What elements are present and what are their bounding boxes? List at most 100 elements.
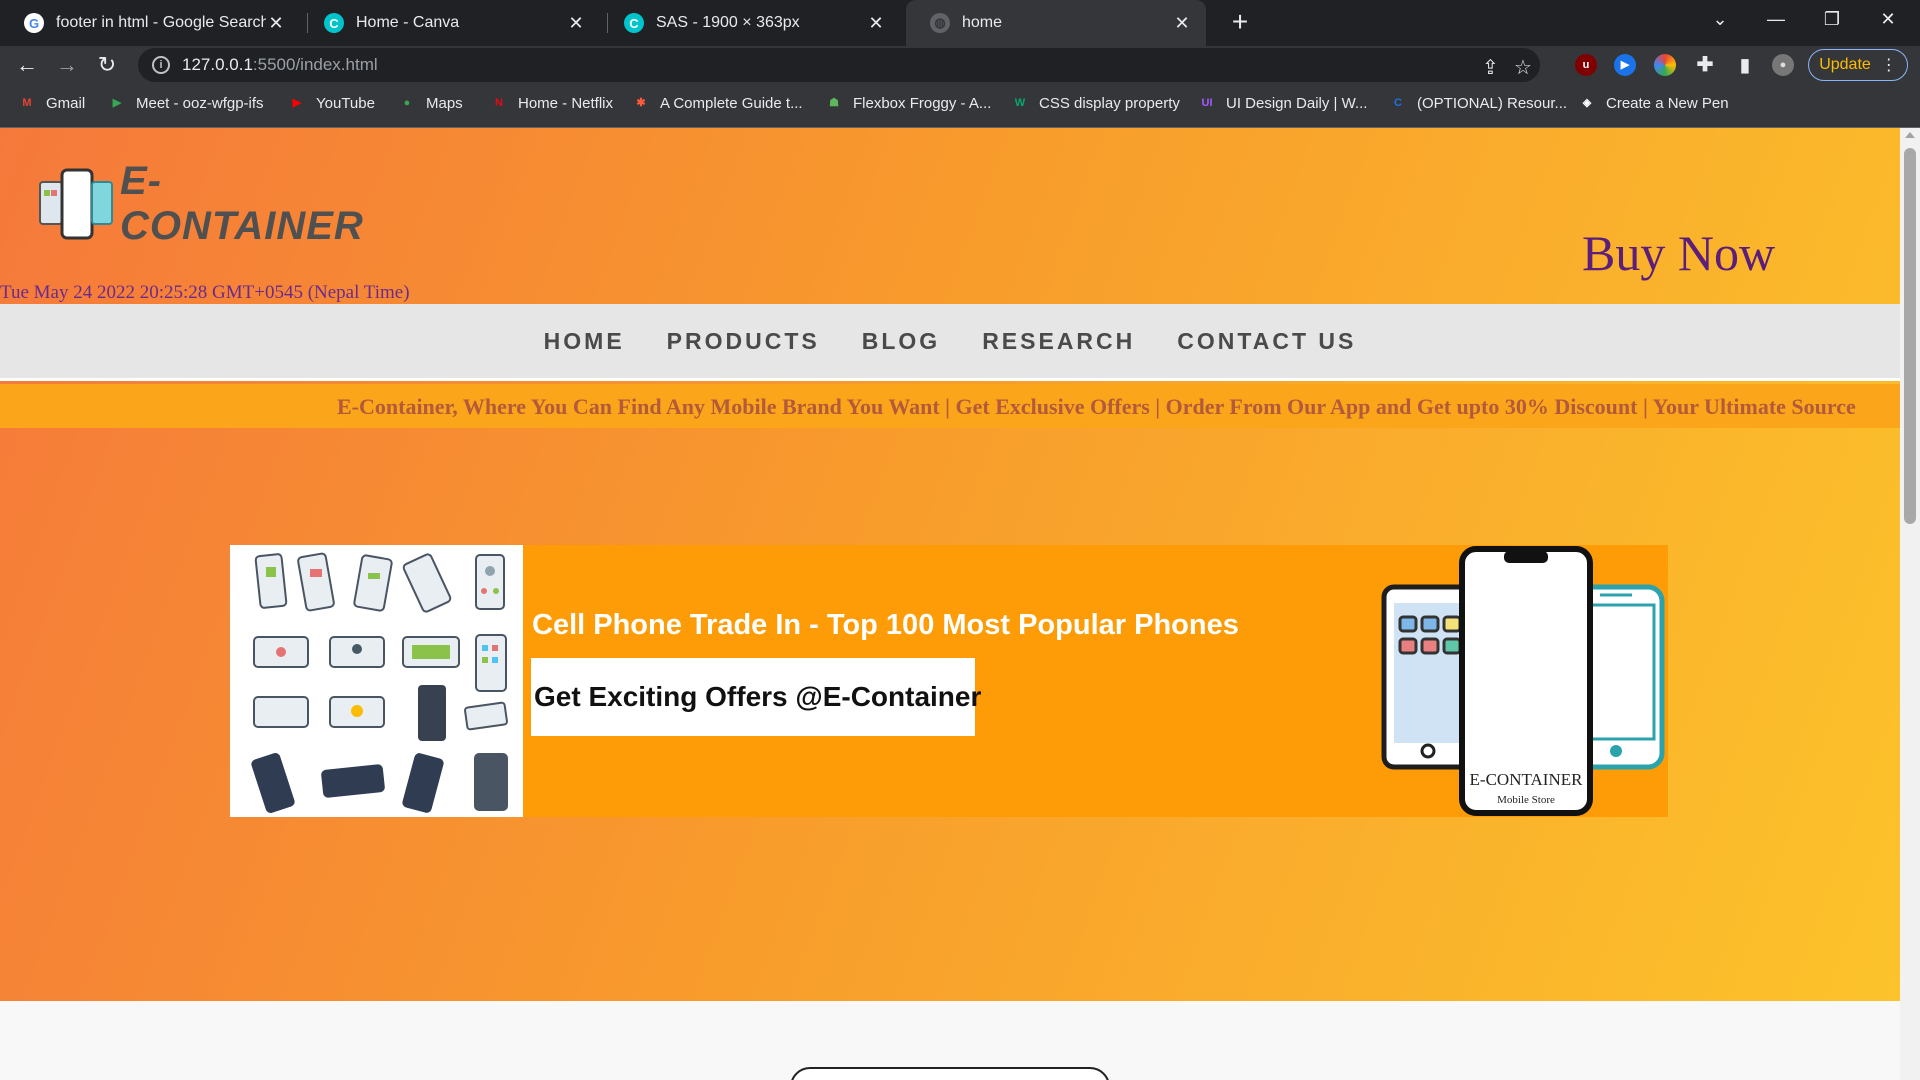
bookmark-label: (OPTIONAL) Resour... xyxy=(1417,94,1568,112)
bookmark-item[interactable]: ◈ Create a New Pen xyxy=(1578,94,1729,112)
bookmark-label: A Complete Guide t... xyxy=(660,94,803,112)
logo-text: E-CONTAINER xyxy=(120,159,364,248)
banner-offer-box: Get Exciting Offers @E-Container xyxy=(531,658,981,736)
tab-title: footer in html - Google Search xyxy=(56,14,266,31)
bookmark-item[interactable]: ✱ A Complete Guide t... xyxy=(632,94,803,112)
google-icon: G xyxy=(24,13,44,33)
globe-icon: ◍ xyxy=(930,13,950,33)
tab-title: home xyxy=(962,14,1003,31)
close-icon[interactable]: ✕ xyxy=(866,13,886,34)
section-pill[interactable] xyxy=(790,1067,1110,1080)
extension-blue-icon[interactable]: ▶ xyxy=(1614,54,1636,76)
tab-canva-home[interactable]: C Home - Canva ✕ xyxy=(300,0,600,46)
site-logo[interactable]: E-CONTAINER xyxy=(38,159,363,248)
nav-contact-us[interactable]: CONTACT US xyxy=(1177,328,1356,355)
minimize-button[interactable]: — xyxy=(1748,0,1804,40)
reload-button[interactable]: ↻ xyxy=(90,48,124,82)
c-icon: C xyxy=(1394,97,1402,109)
asterisk-icon: ✱ xyxy=(636,97,646,109)
bookmark-label: Create a New Pen xyxy=(1606,94,1729,112)
nav-home[interactable]: HOME xyxy=(544,328,625,355)
tab-home[interactable]: ◍ home ✕ xyxy=(906,0,1206,46)
bookmark-item[interactable]: UI UI Design Daily | W... xyxy=(1198,94,1368,112)
announcement-marquee: E-Container, Where You Can Find Any Mobi… xyxy=(0,384,1900,428)
canva-icon: C xyxy=(324,13,344,33)
phones-illustration xyxy=(230,545,523,817)
close-icon[interactable]: ✕ xyxy=(1172,13,1192,34)
uidesign-icon: UI xyxy=(1201,97,1213,109)
extensions-puzzle-icon[interactable]: ✚ xyxy=(1694,54,1716,76)
tab-title: SAS - 1900 × 363px xyxy=(656,14,800,31)
tab-strip: G footer in html - Google Search ✕ C Hom… xyxy=(0,0,1920,46)
url-path: :5500/index.html xyxy=(252,55,378,74)
bookmark-item[interactable]: N Home - Netflix xyxy=(490,94,613,112)
scroll-up-arrow-icon[interactable] xyxy=(1905,132,1915,138)
avatar[interactable]: ● xyxy=(1772,54,1794,76)
bookmark-item[interactable]: C (OPTIONAL) Resour... xyxy=(1389,94,1567,112)
ublock-icon[interactable]: u xyxy=(1575,54,1597,76)
address-bar[interactable]: i 127.0.0.1:5500/index.html ⇪ ☆ xyxy=(138,48,1540,82)
current-datetime: Tue May 24 2022 20:25:28 GMT+0545 (Nepal… xyxy=(0,282,410,303)
nav-research[interactable]: RESEARCH xyxy=(982,328,1135,355)
bookmark-item[interactable]: ☗ Flexbox Froggy - A... xyxy=(825,94,991,112)
side-panel-icon[interactable]: ▮ xyxy=(1734,54,1756,76)
phone-logo-icon xyxy=(39,168,113,240)
page-viewport: E-CONTAINER Buy Now Tue May 24 2022 20:2… xyxy=(0,128,1900,1080)
scroll-thumb[interactable] xyxy=(1904,148,1916,524)
bookmark-item[interactable]: ▶ YouTube xyxy=(288,94,375,112)
nav-products[interactable]: PRODUCTS xyxy=(667,328,820,355)
close-window-button[interactable]: ✕ xyxy=(1860,0,1916,40)
back-button[interactable]: ← xyxy=(10,48,44,82)
kebab-menu-icon[interactable]: ⋮ xyxy=(1881,55,1897,75)
buy-now-link[interactable]: Buy Now xyxy=(1582,224,1775,282)
main-nav: HOME PRODUCTS BLOG RESEARCH CONTACT US xyxy=(0,304,1900,381)
banner-brand-sub: Mobile Store xyxy=(1497,794,1555,806)
hero-section: E-CONTAINER Buy Now Tue May 24 2022 20:2… xyxy=(0,128,1900,1001)
phones-brand-illustration: E-CONTAINER Mobile Store xyxy=(1381,546,1665,816)
tab-google-search[interactable]: G footer in html - Google Search ✕ xyxy=(0,0,300,46)
banner-brand: E-CONTAINER xyxy=(1470,770,1584,789)
maps-icon: ● xyxy=(403,97,411,109)
bookmark-item[interactable]: ● Maps xyxy=(398,94,463,112)
bookmark-item[interactable]: ▶ Meet - ooz-wfgp-ifs xyxy=(108,94,264,112)
close-icon[interactable]: ✕ xyxy=(566,13,586,34)
frog-icon: ☗ xyxy=(829,97,839,109)
bookmark-label: Gmail xyxy=(46,94,86,112)
bookmark-label: YouTube xyxy=(316,94,375,112)
page-scrollbar[interactable] xyxy=(1900,128,1920,1080)
banner-offer-text: Get Exciting Offers @E-Container xyxy=(534,681,982,712)
forward-button[interactable]: → xyxy=(50,48,84,82)
browser-toolbar: ← → ↻ i 127.0.0.1:5500/index.html ⇪ ☆ u … xyxy=(0,46,1920,84)
next-section xyxy=(0,1001,1900,1080)
tab-canva-sas[interactable]: C SAS - 1900 × 363px ✕ xyxy=(600,0,900,46)
canva-icon: C xyxy=(624,13,644,33)
youtube-icon: ▶ xyxy=(292,97,302,109)
bookmarks-bar: M Gmail ▶ Meet - ooz-wfgp-ifs ▶ YouTube ● Maps N… xyxy=(0,84,1920,128)
bookmark-item[interactable]: W CSS display property xyxy=(1011,94,1180,112)
bookmark-star-icon[interactable]: ☆ xyxy=(1514,55,1532,80)
bookmark-label: Meet - ooz-wfgp-ifs xyxy=(136,94,264,112)
tab-title: Home - Canva xyxy=(356,14,460,31)
restore-button[interactable]: ❐ xyxy=(1804,0,1860,40)
share-icon[interactable]: ⇪ xyxy=(1482,55,1499,80)
update-button[interactable]: Update ⋮ xyxy=(1808,49,1908,81)
close-icon[interactable]: ✕ xyxy=(266,13,286,34)
meet-icon: ▶ xyxy=(112,97,122,109)
bookmark-label: Flexbox Froggy - A... xyxy=(853,94,992,112)
tab-search-icon[interactable]: ⌄ xyxy=(1692,0,1748,40)
gmail-icon: M xyxy=(22,97,32,109)
bookmark-label: Home - Netflix xyxy=(518,94,614,112)
new-tab-button[interactable]: + xyxy=(1222,4,1258,40)
url-host: 127.0.0.1 xyxy=(182,55,253,74)
marquee-text: E-Container, Where You Can Find Any Mobi… xyxy=(337,394,1856,419)
bookmark-label: Maps xyxy=(426,94,463,112)
nav-blog[interactable]: BLOG xyxy=(862,328,940,355)
bookmark-label: CSS display property xyxy=(1039,94,1180,112)
color-picker-icon[interactable] xyxy=(1654,54,1676,76)
site-info-icon[interactable]: i xyxy=(152,56,170,74)
promo-banner[interactable]: Cell Phone Trade In - Top 100 Most Popul… xyxy=(230,545,1668,817)
w3schools-icon: W xyxy=(1014,97,1026,109)
bookmark-item[interactable]: M Gmail xyxy=(18,94,85,112)
bookmark-label: UI Design Daily | W... xyxy=(1226,94,1368,112)
update-label: Update xyxy=(1819,56,1871,73)
